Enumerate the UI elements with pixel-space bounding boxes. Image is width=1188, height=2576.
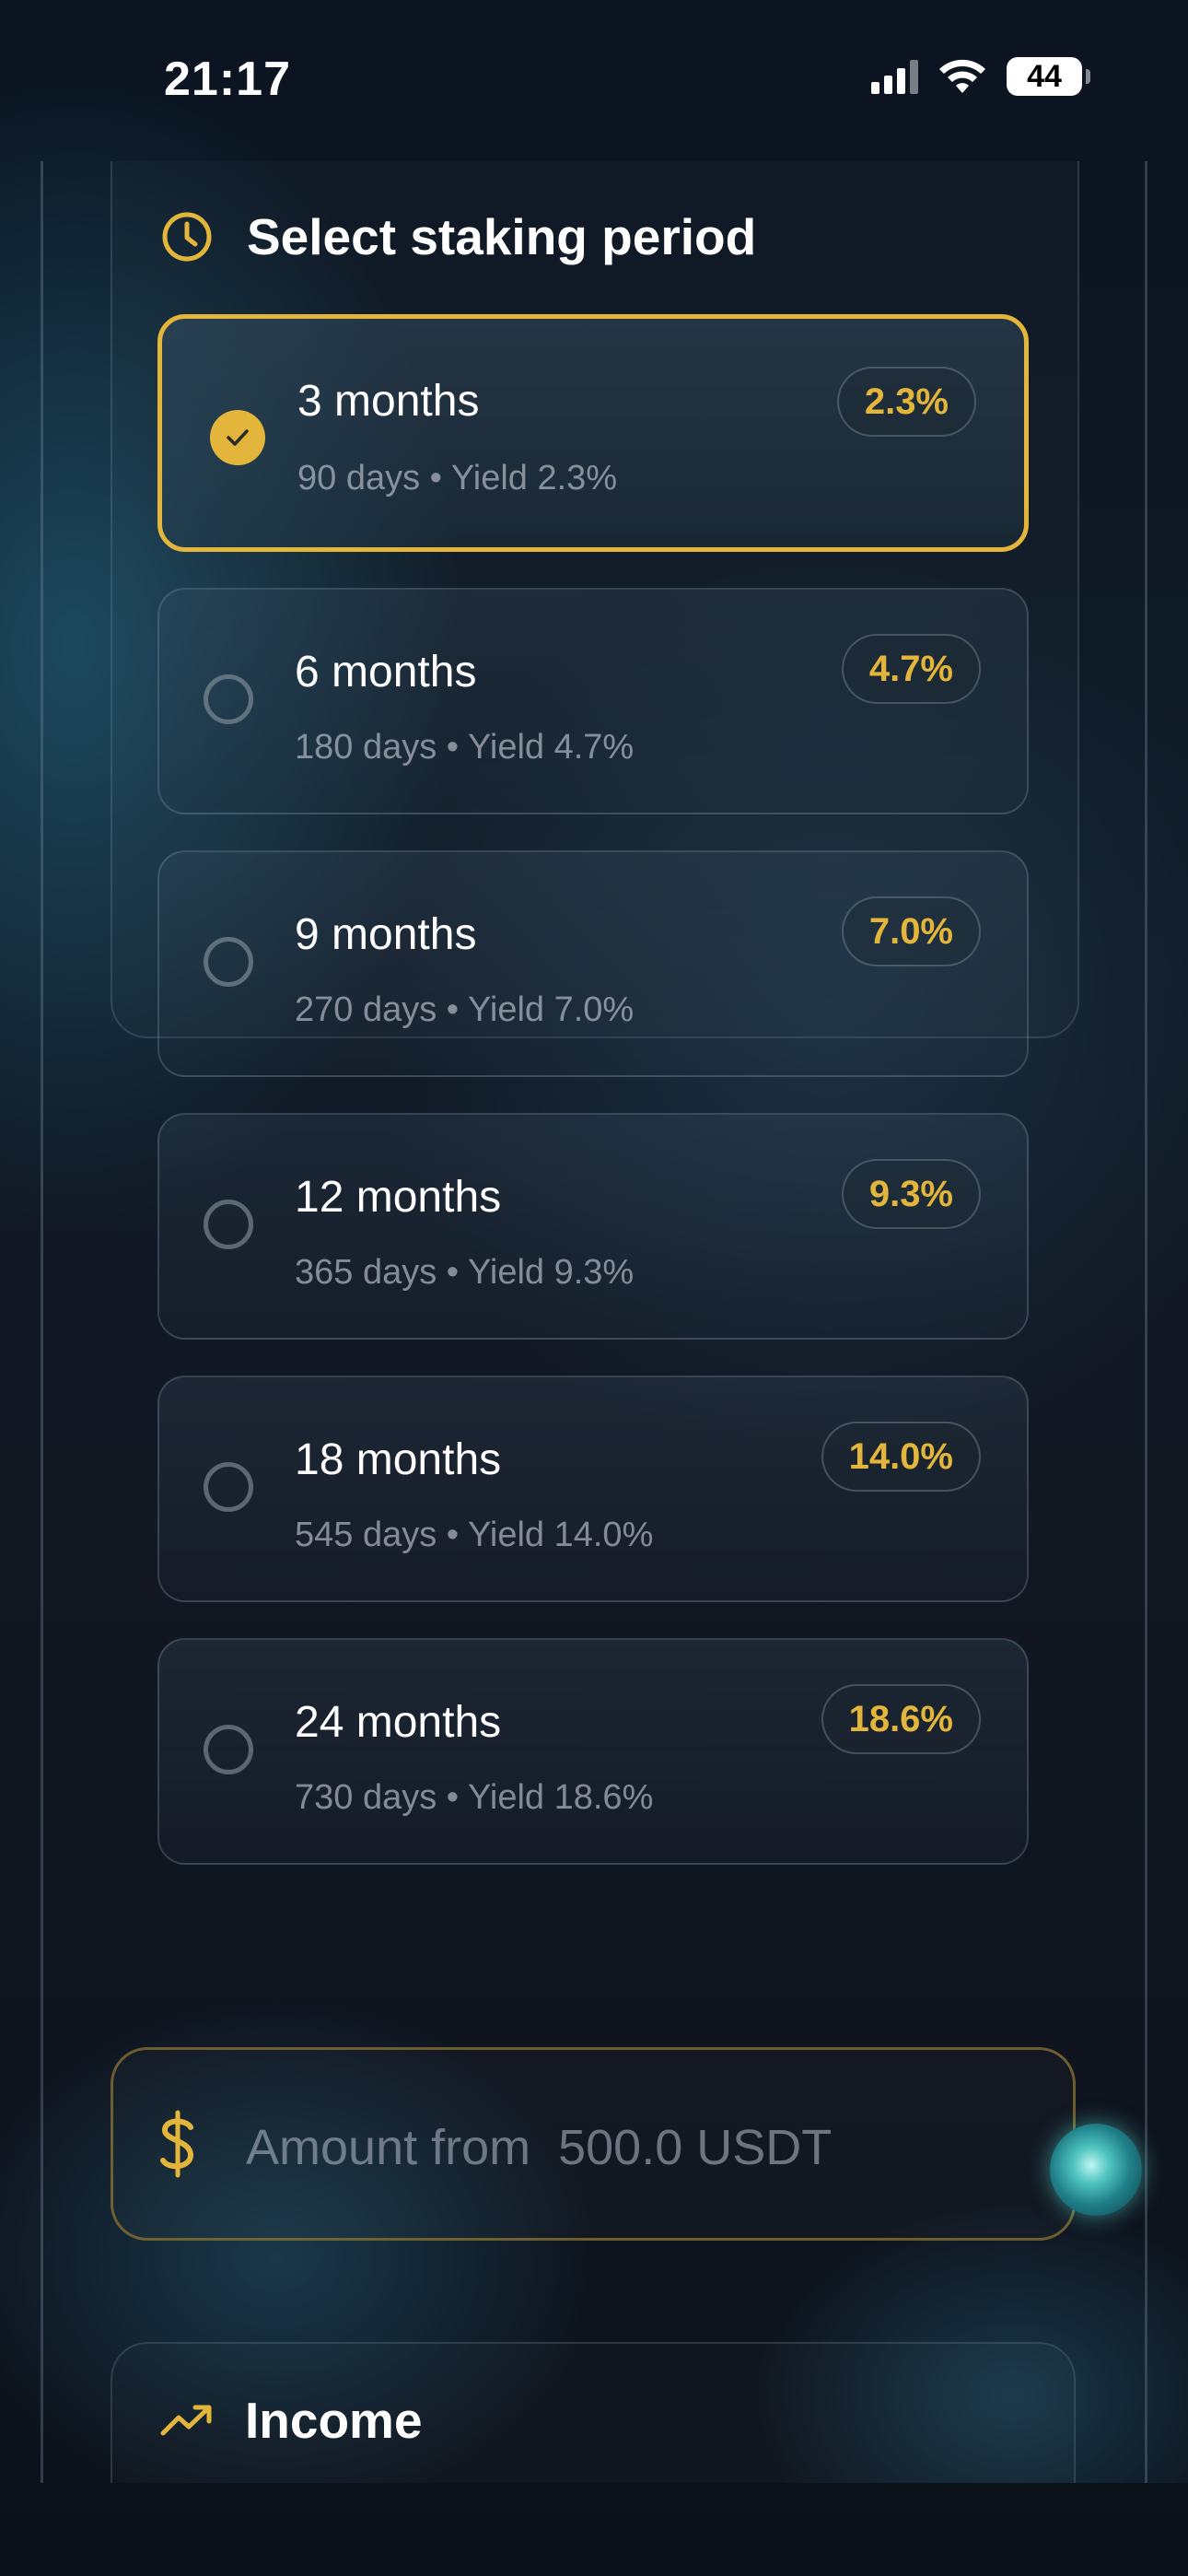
radio-unchecked-icon <box>204 1462 253 1512</box>
period-option-6-months[interactable]: 6 months 180 days • Yield 4.7% 4.7% <box>157 588 1029 814</box>
status-time: 21:17 <box>164 53 291 106</box>
radio-unchecked-icon <box>204 1200 253 1249</box>
period-option-subtitle: 365 days • Yield 9.3% <box>295 1253 635 1292</box>
battery-level: 44 <box>1027 58 1062 94</box>
period-option-subtitle: 730 days • Yield 18.6% <box>295 1778 654 1817</box>
period-option-9-months[interactable]: 9 months 270 days • Yield 7.0% 7.0% <box>157 850 1029 1077</box>
floating-assistant-orb[interactable] <box>1050 2124 1142 2216</box>
cellular-signal-icon <box>871 59 918 94</box>
period-option-12-months[interactable]: 12 months 365 days • Yield 9.3% 9.3% <box>157 1113 1029 1340</box>
radio-unchecked-icon <box>204 937 253 987</box>
period-option-label: 24 months <box>295 1698 502 1747</box>
amount-input[interactable] <box>244 2087 1003 2208</box>
period-option-label: 6 months <box>295 648 477 697</box>
status-bar: 21:17 44 <box>0 0 1188 161</box>
period-option-label: 12 months <box>295 1173 502 1222</box>
yield-badge: 7.0% <box>841 896 981 966</box>
period-option-18-months[interactable]: 18 months 545 days • Yield 14.0% 14.0% <box>157 1376 1029 1602</box>
income-title: Income <box>245 2392 423 2449</box>
income-header: Income <box>160 2391 423 2450</box>
period-option-subtitle: 270 days • Yield 7.0% <box>295 990 635 1029</box>
period-option-subtitle: 90 days • Yield 2.3% <box>297 459 618 498</box>
radio-unchecked-icon <box>204 674 253 724</box>
battery-indicator: 44 <box>1007 57 1090 96</box>
clock-icon <box>162 212 212 262</box>
wifi-icon <box>939 59 985 93</box>
radio-checked-icon <box>210 410 265 465</box>
status-icons: 44 <box>871 57 1090 96</box>
amount-field-container[interactable] <box>111 2047 1076 2241</box>
dollar-icon <box>160 2110 194 2178</box>
period-option-3-months[interactable]: 3 months 90 days • Yield 2.3% 2.3% <box>157 314 1029 552</box>
yield-badge: 14.0% <box>821 1422 981 1492</box>
yield-badge: 2.3% <box>836 367 976 437</box>
yield-badge: 18.6% <box>821 1684 981 1754</box>
yield-badge: 4.7% <box>841 634 981 704</box>
staking-period-header: Select staking period <box>160 207 756 266</box>
radio-unchecked-icon <box>204 1725 253 1774</box>
yield-badge: 9.3% <box>841 1159 981 1229</box>
period-option-24-months[interactable]: 24 months 730 days • Yield 18.6% 18.6% <box>157 1638 1029 1865</box>
checkmark-icon <box>227 429 249 446</box>
period-option-subtitle: 545 days • Yield 14.0% <box>295 1516 654 1554</box>
period-option-label: 9 months <box>295 910 477 959</box>
frame-line-right <box>1145 161 1147 2483</box>
period-option-label: 18 months <box>295 1435 502 1484</box>
trend-up-icon <box>160 2405 212 2436</box>
period-option-subtitle: 180 days • Yield 4.7% <box>295 728 635 767</box>
staking-period-title: Select staking period <box>247 208 757 265</box>
bottom-fade <box>0 2483 1188 2576</box>
frame-line-left <box>41 161 43 2483</box>
period-option-label: 3 months <box>297 377 480 426</box>
